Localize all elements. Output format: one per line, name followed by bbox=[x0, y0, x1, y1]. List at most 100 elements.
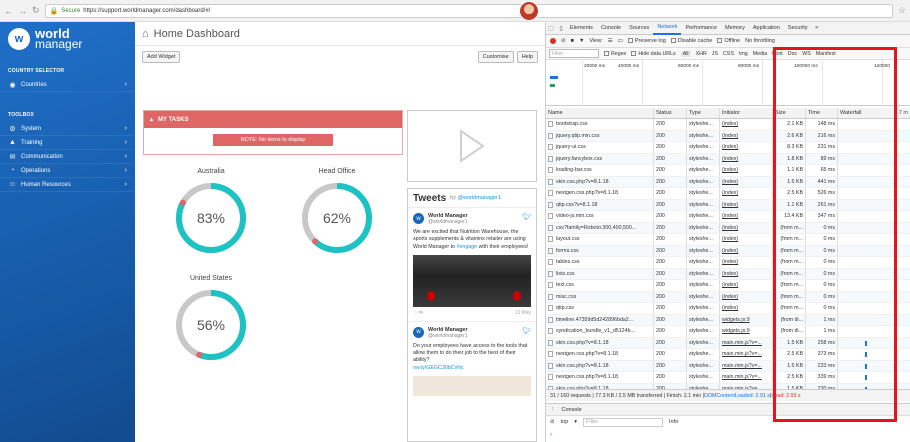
list-view-icon[interactable]: ☰ bbox=[608, 38, 613, 44]
avatar[interactable] bbox=[519, 1, 539, 21]
tweet[interactable]: w World Manager @worldmanager1 🐦︎ We are… bbox=[408, 207, 536, 321]
tweet-handle[interactable]: @worldmanager1 bbox=[428, 333, 518, 339]
request-initiator[interactable]: (index) bbox=[720, 245, 773, 256]
help-icon[interactable]: ? bbox=[499, 5, 505, 17]
request-initiator[interactable]: (index) bbox=[720, 257, 773, 268]
request-initiator[interactable]: (index) bbox=[720, 234, 773, 245]
request-initiator[interactable]: (index) bbox=[720, 165, 773, 176]
forward-icon[interactable]: → bbox=[18, 6, 27, 16]
col-name[interactable]: Name bbox=[546, 108, 654, 118]
help-button[interactable]: Help bbox=[516, 51, 538, 63]
search-icon[interactable]: ⚲ bbox=[449, 5, 457, 18]
tweet-link[interactable]: ow.ly/GEGC30bCvNc bbox=[413, 365, 464, 371]
tab-performance[interactable]: Performance bbox=[681, 22, 721, 35]
request-initiator[interactable]: main.min.js?v=... bbox=[720, 349, 773, 360]
request-name[interactable]: video-js.min.css bbox=[546, 211, 654, 222]
tweet-avatar[interactable]: w bbox=[413, 213, 424, 224]
request-initiator[interactable]: widgets.js:9 bbox=[720, 326, 773, 337]
console-prompt[interactable]: › bbox=[546, 428, 910, 442]
console-drawer-tab[interactable]: Console bbox=[562, 407, 582, 413]
reply-icon[interactable]: ♡ ⇆ bbox=[413, 310, 423, 316]
request-initiator[interactable]: main.min.js?v=... bbox=[720, 337, 773, 348]
camera-icon[interactable]: ■ bbox=[571, 38, 574, 44]
request-name[interactable]: timeline.47359d5d242896bda2... bbox=[546, 314, 654, 325]
filter-media[interactable]: Media bbox=[753, 51, 767, 57]
request-initiator[interactable]: (index) bbox=[720, 153, 773, 164]
request-initiator[interactable]: (index) bbox=[720, 130, 773, 141]
request-initiator[interactable]: (index) bbox=[720, 142, 773, 153]
col-status[interactable]: Status bbox=[654, 108, 687, 118]
logo[interactable]: w world manager bbox=[0, 22, 135, 56]
tab-security[interactable]: Security bbox=[784, 22, 812, 35]
disable-cache-checkbox[interactable]: Disable cache bbox=[670, 38, 712, 44]
console-clear-icon[interactable]: ⊘ bbox=[550, 419, 555, 425]
more-tabs-icon[interactable]: » bbox=[812, 25, 822, 31]
tweet-hashtag[interactable]: #engage bbox=[457, 244, 478, 250]
customise-button[interactable]: Customise bbox=[477, 51, 514, 63]
console-context-select[interactable]: top bbox=[561, 419, 569, 425]
twitter-bird-icon[interactable]: 🐦︎ bbox=[522, 213, 531, 221]
request-initiator[interactable]: (index) bbox=[720, 303, 773, 314]
sidebar-item-operations[interactable]: ◔ Operations › bbox=[0, 164, 135, 178]
clear-icon[interactable]: ⊘ bbox=[561, 38, 566, 44]
bell-icon[interactable]: 🔔︎ bbox=[471, 5, 485, 18]
request-name[interactable]: layout.css bbox=[546, 234, 654, 245]
sidebar-item-communication[interactable]: ✉ Communication › bbox=[0, 150, 135, 164]
console-filter-input[interactable]: Filter bbox=[583, 417, 664, 427]
request-name[interactable]: nextgen.css.php?v=8.1.18 bbox=[546, 349, 654, 360]
request-name[interactable]: loading-bar.css bbox=[546, 165, 654, 176]
sidebar-item-system[interactable]: ⚙ System › bbox=[0, 122, 135, 136]
reload-icon[interactable]: ↻ bbox=[32, 5, 40, 16]
console-level-select[interactable]: Info bbox=[669, 419, 678, 425]
tweets-handle-link[interactable]: @worldmanager1 bbox=[458, 195, 502, 201]
preserve-log-checkbox[interactable]: Preserve log bbox=[627, 38, 666, 44]
tab-memory[interactable]: Memory bbox=[721, 22, 749, 35]
filter-js[interactable]: JS bbox=[712, 51, 718, 57]
request-initiator[interactable]: (index) bbox=[720, 176, 773, 187]
tab-elements[interactable]: Elements bbox=[566, 22, 597, 35]
bookmark-star-icon[interactable]: ☆ bbox=[898, 5, 906, 16]
play-icon[interactable] bbox=[458, 128, 486, 164]
request-initiator[interactable]: (index) bbox=[720, 222, 773, 233]
request-initiator[interactable]: (index) bbox=[720, 268, 773, 279]
request-initiator[interactable]: main.min.js?v=... bbox=[720, 372, 773, 383]
filter-all[interactable]: All bbox=[680, 50, 691, 57]
back-icon[interactable]: ← bbox=[4, 6, 13, 16]
tasks-header[interactable]: ▴ MY TASKS bbox=[144, 111, 402, 128]
request-initiator[interactable]: (index) bbox=[720, 199, 773, 210]
request-name[interactable]: text.css bbox=[546, 280, 654, 291]
tweet-image[interactable] bbox=[413, 254, 531, 307]
request-initiator[interactable]: (index) bbox=[720, 291, 773, 302]
request-name[interactable]: bootstrap.css bbox=[546, 119, 654, 130]
filter-icon[interactable]: ▼ bbox=[579, 38, 584, 44]
drawer-menu-icon[interactable]: ⋮ bbox=[550, 407, 556, 413]
request-name[interactable]: nextgen.css.php?v=8.1.18 bbox=[546, 372, 654, 383]
request-initiator[interactable]: (index) bbox=[720, 119, 773, 130]
request-name[interactable]: jquery-ui.css bbox=[546, 142, 654, 153]
request-name[interactable]: jquery.fancybox.css bbox=[546, 153, 654, 164]
request-name[interactable]: skin.css.php?v=8.1.18 bbox=[546, 337, 654, 348]
sidebar-item-countries[interactable]: ◉ Countries › bbox=[0, 78, 135, 92]
request-name[interactable]: misc.css bbox=[546, 291, 654, 302]
offline-checkbox[interactable]: Offline bbox=[717, 38, 740, 44]
network-filter-input[interactable]: Filter bbox=[549, 49, 599, 58]
tweet-handle[interactable]: @worldmanager1 bbox=[428, 219, 518, 225]
record-icon[interactable] bbox=[550, 38, 556, 44]
col-type[interactable]: Type bbox=[687, 108, 720, 118]
request-name[interactable]: tables.css bbox=[546, 257, 654, 268]
request-initiator[interactable]: (index) bbox=[720, 211, 773, 222]
tab-console[interactable]: Console bbox=[597, 22, 625, 35]
tab-application[interactable]: Application bbox=[749, 22, 784, 35]
request-name[interactable]: forms.css bbox=[546, 245, 654, 256]
video-widget[interactable] bbox=[407, 110, 537, 182]
tab-sources[interactable]: Sources bbox=[625, 22, 653, 35]
tweet-avatar[interactable]: w bbox=[413, 326, 424, 338]
tweet-date[interactable]: 13 May bbox=[515, 310, 531, 316]
hide-data-urls-checkbox[interactable]: Hide data URLs bbox=[631, 51, 676, 57]
device-toolbar-icon[interactable]: ▯ bbox=[556, 25, 566, 32]
request-name[interactable]: skin.css.php?v=8.1.18 bbox=[546, 360, 654, 371]
chevron-down-icon[interactable]: ▾ bbox=[574, 419, 577, 425]
request-name[interactable]: qtip.css bbox=[546, 303, 654, 314]
sidebar-item-human-resources[interactable]: ☺ Human Resources › bbox=[0, 178, 135, 192]
request-initiator[interactable]: (index) bbox=[720, 188, 773, 199]
